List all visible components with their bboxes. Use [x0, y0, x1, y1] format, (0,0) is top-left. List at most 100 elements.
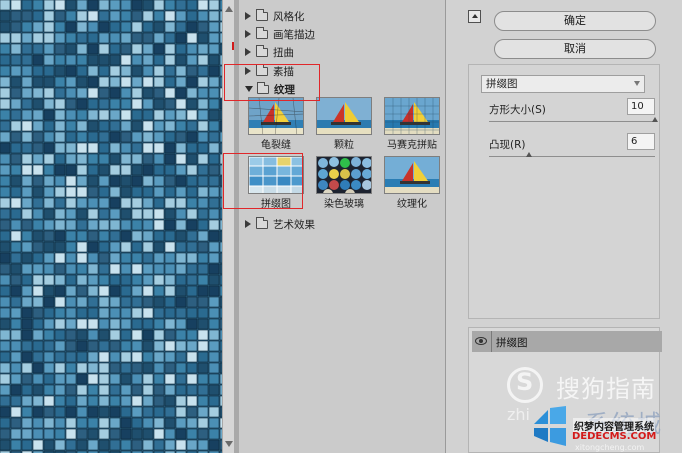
patchwork-tile: [87, 285, 99, 297]
category-label: 艺术效果: [273, 218, 315, 231]
filter-select[interactable]: 拼缀图: [481, 75, 645, 93]
patchwork-tile: [76, 329, 88, 341]
patchwork-tile: [175, 241, 187, 253]
patchwork-tile: [0, 296, 11, 308]
patchwork-tile: [109, 428, 121, 440]
patchwork-tile: [43, 340, 55, 352]
patchwork-tile: [208, 274, 220, 286]
patchwork-tile: [0, 186, 11, 198]
patchwork-tile: [65, 329, 77, 341]
patchwork-tile: [109, 109, 121, 121]
patchwork-tile: [109, 351, 121, 363]
patchwork-tile: [208, 43, 220, 55]
patchwork-tile: [0, 406, 11, 418]
patchwork-tile: [142, 43, 154, 55]
patchwork-tile: [0, 109, 11, 121]
patchwork-tile: [208, 219, 220, 231]
category-sketch[interactable]: 素描: [245, 62, 294, 80]
relief-slider-track[interactable]: [489, 156, 655, 157]
patchwork-tile: [208, 307, 220, 319]
patchwork-tile: [186, 164, 198, 176]
category-artistic[interactable]: 艺术效果: [245, 215, 315, 233]
patchwork-tile: [175, 76, 187, 88]
patchwork-tile: [0, 395, 11, 407]
square-size-slider-knob[interactable]: [652, 117, 658, 122]
category-distort[interactable]: 扭曲: [245, 43, 294, 61]
category-stylize[interactable]: 风格化: [245, 7, 305, 25]
patchwork-tile: [109, 230, 121, 242]
patchwork-tile: [21, 428, 33, 440]
patchwork-tile: [0, 153, 11, 165]
patchwork-tile: [186, 21, 198, 33]
effect-layer-row[interactable]: 拼缀图: [472, 331, 662, 352]
ok-button[interactable]: 确定: [494, 11, 656, 31]
patchwork-tile: [208, 230, 220, 242]
patchwork-tile: [43, 373, 55, 385]
patchwork-tile: [142, 98, 154, 110]
cancel-button[interactable]: 取消: [494, 39, 656, 59]
patchwork-tile: [87, 384, 99, 396]
patchwork-tile: [76, 219, 88, 231]
category-texture[interactable]: 纹理: [245, 80, 295, 98]
patchwork-tile: [54, 98, 66, 110]
thumb-craquelure[interactable]: [248, 97, 304, 135]
thumb-stained-glass[interactable]: [316, 156, 372, 194]
patchwork-tile: [0, 131, 11, 143]
patchwork-tile: [131, 439, 143, 451]
patchwork-tile: [54, 21, 66, 33]
preview-canvas[interactable]: [0, 0, 222, 453]
scroll-down-icon[interactable]: [225, 441, 233, 447]
preview-scrollbar[interactable]: [222, 0, 234, 453]
patchwork-tile: [10, 296, 22, 308]
patchwork-tile: [21, 362, 33, 374]
patchwork-tile: [186, 274, 198, 286]
thumb-patchwork[interactable]: [248, 156, 304, 194]
thumb-grain[interactable]: [316, 97, 372, 135]
patchwork-tile: [98, 340, 110, 352]
filter-gallery: 风格化 画笔描边 扭曲 素描 纹理 龟裂缝 颗粒 马赛克拼贴 拼缀图 染色玻璃 …: [239, 0, 446, 453]
category-brush-strokes[interactable]: 画笔描边: [245, 25, 315, 43]
category-label: 扭曲: [273, 46, 294, 59]
patchwork-tile: [175, 142, 187, 154]
relief-slider-knob[interactable]: [525, 152, 532, 157]
patchwork-tile: [197, 109, 209, 121]
thumb-texturizer[interactable]: [384, 156, 440, 194]
patchwork-tile: [21, 329, 33, 341]
patchwork-tile: [87, 21, 99, 33]
patchwork-tile: [10, 65, 22, 77]
collapse-gallery-button[interactable]: [468, 10, 481, 23]
patchwork-tile: [98, 296, 110, 308]
patchwork-tile: [142, 109, 154, 121]
patchwork-tile: [120, 131, 132, 143]
patchwork-tile: [164, 142, 176, 154]
patchwork-tile: [10, 164, 22, 176]
sogou-logo-icon: S: [507, 367, 543, 403]
patchwork-tile: [153, 76, 165, 88]
patchwork-tile: [131, 428, 143, 440]
eye-icon[interactable]: [475, 337, 487, 345]
square-size-slider-track[interactable]: [489, 121, 655, 122]
patchwork-tile: [197, 439, 209, 451]
square-size-input[interactable]: 10: [627, 98, 655, 115]
patchwork-tile: [98, 197, 110, 209]
patchwork-tile: [208, 351, 220, 363]
patchwork-tile: [10, 76, 22, 88]
patchwork-thumbnail: [249, 157, 303, 193]
patchwork-tile: [208, 406, 220, 418]
patchwork-tile: [98, 417, 110, 429]
patchwork-tile: [175, 384, 187, 396]
patchwork-tile: [186, 395, 198, 407]
patchwork-tile: [54, 186, 66, 198]
patchwork-tile: [65, 21, 77, 33]
patchwork-tile: [186, 98, 198, 110]
patchwork-tile: [32, 230, 44, 242]
relief-input[interactable]: 6: [627, 133, 655, 150]
scroll-up-icon[interactable]: [225, 6, 233, 12]
patchwork-tile: [131, 318, 143, 330]
patchwork-tile: [164, 54, 176, 66]
patchwork-tile: [142, 395, 154, 407]
patchwork-tile: [153, 32, 165, 44]
patchwork-tile: [153, 208, 165, 220]
patchwork-tile: [186, 252, 198, 264]
thumb-mosaic-tiles[interactable]: [384, 97, 440, 135]
